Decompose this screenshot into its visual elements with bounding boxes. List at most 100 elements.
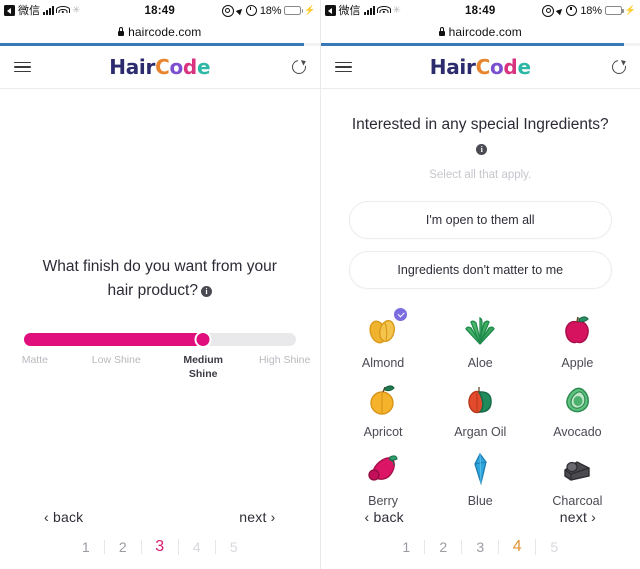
logo-part-c: C bbox=[475, 55, 491, 79]
status-bar-right: 微信 ✳ 18:49 18% ⚡ bbox=[320, 0, 640, 21]
location-arrow-icon bbox=[235, 6, 245, 15]
back-chevron-icon: ‹ bbox=[44, 509, 49, 525]
logo-part-hair: Hair bbox=[109, 55, 156, 79]
charging-bolt-icon: ⚡ bbox=[624, 5, 636, 15]
ingredient-aloe[interactable]: Aloe bbox=[432, 305, 529, 370]
next-button[interactable]: next › bbox=[239, 509, 275, 525]
ingredient-almond[interactable]: Almond bbox=[335, 305, 432, 370]
logo-part-d: d bbox=[182, 55, 197, 79]
info-icon[interactable]: i bbox=[476, 144, 488, 156]
aloe-icon bbox=[459, 309, 501, 351]
page-3[interactable]: 3 bbox=[142, 539, 179, 555]
haircode-logo-right: HairCode bbox=[321, 55, 640, 79]
almond-icon bbox=[362, 307, 409, 351]
ingredient-avocado[interactable]: Avocado bbox=[529, 374, 626, 439]
pagination-left: 1 2 3 4 5 bbox=[0, 539, 320, 555]
ingredient-label: Argan Oil bbox=[454, 425, 507, 440]
ingredient-label: Apple bbox=[561, 356, 594, 371]
refresh-icon[interactable] bbox=[612, 60, 626, 74]
slider-option-matte[interactable]: Matte bbox=[0, 353, 70, 367]
berry-icon bbox=[362, 447, 404, 489]
next-button[interactable]: next › bbox=[560, 509, 596, 525]
ingredient-apple[interactable]: Apple bbox=[529, 305, 626, 370]
haircode-logo-left: HairCode bbox=[0, 55, 320, 79]
lock-icon bbox=[118, 27, 125, 36]
back-button[interactable]: ‹ back bbox=[365, 509, 404, 525]
logo-part-e: e bbox=[517, 55, 531, 79]
page-4[interactable]: 4 bbox=[179, 540, 216, 554]
ingredient-label: Berry bbox=[368, 494, 399, 509]
logo-part-o: o bbox=[169, 55, 183, 79]
battery-icon bbox=[604, 6, 624, 15]
info-icon[interactable]: i bbox=[200, 286, 212, 298]
hamburger-menu-icon[interactable] bbox=[334, 61, 352, 73]
lock-icon bbox=[438, 27, 445, 36]
pagination-right: 1 2 3 4 5 bbox=[321, 539, 640, 555]
slider-option-medium-shine[interactable]: Medium Shine bbox=[173, 353, 233, 381]
back-button-label: back bbox=[373, 509, 404, 525]
ingredient-blue[interactable]: Blue bbox=[432, 443, 529, 508]
slider-thumb[interactable] bbox=[194, 331, 212, 349]
nav-buttons-row-left: ‹ back next › bbox=[0, 509, 320, 525]
right-phone-screen: 微信 ✳ 18:49 18% ⚡ haircode.com HairCode I… bbox=[320, 0, 640, 569]
url-text: haircode.com bbox=[448, 25, 522, 39]
alarm-clock-icon bbox=[245, 5, 257, 16]
page-4[interactable]: 4 bbox=[499, 539, 537, 555]
ingredient-apricot[interactable]: Apricot bbox=[335, 374, 432, 439]
logo-part-d: d bbox=[503, 55, 518, 79]
dual-screenshot-container: 微信 ✳ 18:49 18% ⚡ haircode.com HairCode W… bbox=[0, 0, 640, 569]
status-bar-right-group: 18% ⚡ bbox=[542, 4, 640, 17]
slider-tick-labels: Matte Low Shine Medium Shine High Shine bbox=[22, 353, 311, 389]
ingredient-charcoal[interactable]: Charcoal bbox=[529, 443, 626, 508]
finish-slider[interactable]: Matte Low Shine Medium Shine High Shine bbox=[0, 331, 320, 389]
finish-question-title: What finish do you want from your hair p… bbox=[0, 255, 320, 303]
back-button-label: back bbox=[52, 509, 84, 525]
option-open-to-them-all-label: I'm open to them all bbox=[425, 213, 535, 228]
page-2[interactable]: 2 bbox=[105, 540, 142, 554]
logo-part-hair: Hair bbox=[429, 55, 476, 79]
page-3[interactable]: 3 bbox=[462, 540, 500, 554]
slider-option-high-shine[interactable]: High Shine bbox=[250, 353, 320, 367]
option-ingredients-dont-matter[interactable]: Ingredients don't matter to me bbox=[348, 251, 612, 290]
app-header-left: HairCode bbox=[0, 46, 320, 89]
rotation-lock-icon bbox=[542, 4, 555, 17]
charcoal-icon bbox=[556, 447, 598, 489]
next-chevron-icon: › bbox=[591, 509, 596, 525]
ingredient-argan-oil[interactable]: Argan Oil bbox=[432, 374, 529, 439]
browser-url-bar-left[interactable]: haircode.com bbox=[0, 21, 320, 43]
bottom-nav-right: ‹ back next › 1 2 3 4 5 bbox=[321, 509, 640, 555]
apricot-icon bbox=[362, 378, 404, 420]
browser-url-bar-right[interactable]: haircode.com bbox=[320, 21, 640, 43]
ingredients-question-text: Interested in any special Ingredients? bbox=[351, 116, 609, 133]
slider-fill bbox=[24, 333, 204, 347]
page-5[interactable]: 5 bbox=[216, 540, 252, 554]
status-bar-left: 微信 ✳ 18:49 18% ⚡ bbox=[0, 0, 320, 21]
slider-track[interactable] bbox=[24, 331, 296, 349]
slider-option-low-shine[interactable]: Low Shine bbox=[81, 353, 151, 367]
hamburger-menu-icon[interactable] bbox=[14, 61, 31, 73]
left-phone-screen: 微信 ✳ 18:49 18% ⚡ haircode.com HairCode W… bbox=[0, 0, 321, 569]
rotation-lock-icon bbox=[221, 4, 234, 17]
logo-part-c: C bbox=[155, 55, 170, 79]
page-1[interactable]: 1 bbox=[68, 540, 105, 554]
alarm-clock-icon bbox=[566, 5, 578, 16]
option-open-to-them-all[interactable]: I'm open to them all bbox=[348, 201, 612, 240]
charging-bolt-icon: ⚡ bbox=[304, 5, 316, 15]
next-chevron-icon: › bbox=[270, 509, 276, 525]
back-button[interactable]: ‹ back bbox=[44, 509, 83, 525]
ingredients-subtitle: Select all that apply. bbox=[429, 169, 532, 182]
option-ingredients-dont-matter-label: Ingredients don't matter to me bbox=[397, 263, 564, 278]
ingredient-label: Avocado bbox=[553, 425, 602, 440]
app-header-right: HairCode bbox=[320, 46, 640, 89]
page-5[interactable]: 5 bbox=[536, 540, 572, 554]
page-1[interactable]: 1 bbox=[388, 540, 426, 554]
quick-option-pills: I'm open to them all Ingredients don't m… bbox=[321, 201, 640, 290]
finish-question-text: What finish do you want from your hair p… bbox=[42, 258, 277, 300]
ingredient-berry[interactable]: Berry bbox=[335, 443, 432, 508]
refresh-icon[interactable] bbox=[292, 60, 306, 74]
finish-question-block: What finish do you want from your hair p… bbox=[0, 255, 320, 389]
page-2[interactable]: 2 bbox=[425, 540, 463, 554]
ingredients-question-title: Interested in any special Ingredients? i bbox=[321, 113, 640, 161]
logo-part-o: o bbox=[489, 55, 504, 79]
logo-part-e: e bbox=[196, 55, 211, 79]
